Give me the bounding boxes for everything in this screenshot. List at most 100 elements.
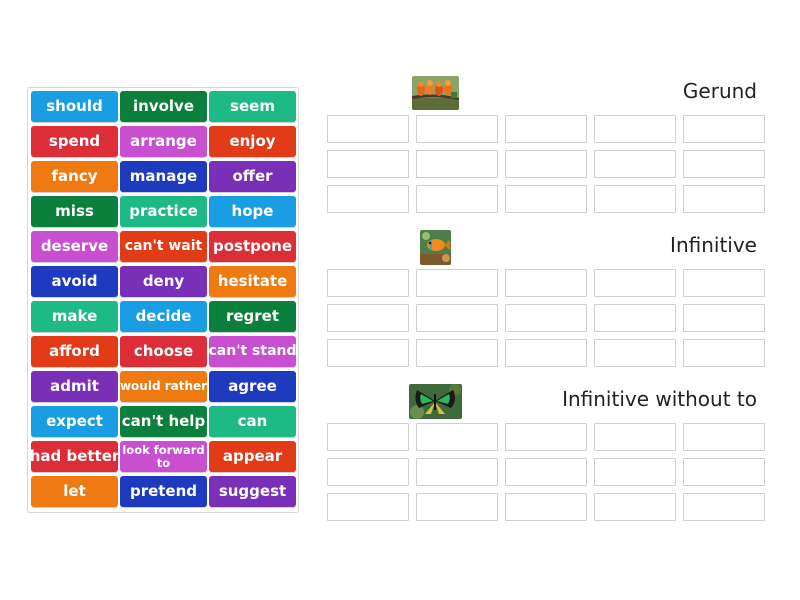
group-infinitive-without-to: Infinitive without to xyxy=(327,384,767,521)
word-tile-grid: should involve seem spend arrange enjoy fancy m… xyxy=(31,91,296,507)
group-title: Infinitive without to xyxy=(562,387,757,411)
word-tile[interactable]: fancy xyxy=(31,161,118,192)
drop-slot[interactable] xyxy=(594,304,676,332)
drop-slot[interactable] xyxy=(416,185,498,213)
drop-slot[interactable] xyxy=(683,185,765,213)
drop-slot[interactable] xyxy=(594,458,676,486)
word-tile[interactable]: had better xyxy=(31,441,118,472)
word-tile[interactable]: pretend xyxy=(120,476,207,507)
word-tile[interactable]: postpone xyxy=(209,231,296,262)
word-tile[interactable]: involve xyxy=(120,91,207,122)
drop-slot[interactable] xyxy=(505,458,587,486)
drop-slot[interactable] xyxy=(505,339,587,367)
word-tile[interactable]: spend xyxy=(31,126,118,157)
drop-slot[interactable] xyxy=(327,115,409,143)
drop-slot[interactable] xyxy=(683,304,765,332)
drop-slot[interactable] xyxy=(327,493,409,521)
word-tile[interactable]: decide xyxy=(120,301,207,332)
drop-slot[interactable] xyxy=(683,493,765,521)
birds-image xyxy=(412,76,459,110)
word-tile[interactable]: deny xyxy=(120,266,207,297)
drop-slot[interactable] xyxy=(416,339,498,367)
word-tile[interactable]: should xyxy=(31,91,118,122)
word-tile[interactable]: offer xyxy=(209,161,296,192)
sorting-activity: should involve seem spend arrange enjoy fancy m… xyxy=(0,0,800,600)
word-tile[interactable]: manage xyxy=(120,161,207,192)
word-tile[interactable]: let xyxy=(31,476,118,507)
drop-slot[interactable] xyxy=(594,493,676,521)
drop-slots xyxy=(327,115,765,213)
word-tile[interactable]: look forward to xyxy=(120,441,207,472)
drop-slot[interactable] xyxy=(416,493,498,521)
word-tile[interactable]: can't wait xyxy=(120,231,207,262)
drop-slot[interactable] xyxy=(594,115,676,143)
group-gerund: Gerund xyxy=(327,76,767,213)
word-tile[interactable]: hesitate xyxy=(209,266,296,297)
word-tile[interactable]: avoid xyxy=(31,266,118,297)
butterfly-thumbnail xyxy=(409,384,462,419)
birds-thumbnail xyxy=(412,76,459,110)
word-tile[interactable]: afford xyxy=(31,336,118,367)
drop-slot[interactable] xyxy=(505,150,587,178)
drop-slot[interactable] xyxy=(505,423,587,451)
drop-slot[interactable] xyxy=(505,304,587,332)
drop-slot[interactable] xyxy=(594,339,676,367)
drop-slot[interactable] xyxy=(505,269,587,297)
drop-slot[interactable] xyxy=(327,185,409,213)
word-tile[interactable]: enjoy xyxy=(209,126,296,157)
drop-slot[interactable] xyxy=(594,269,676,297)
drop-slot[interactable] xyxy=(683,423,765,451)
drop-slot[interactable] xyxy=(416,269,498,297)
word-tile[interactable]: hope xyxy=(209,196,296,227)
word-tile[interactable]: arrange xyxy=(120,126,207,157)
word-tile[interactable]: make xyxy=(31,301,118,332)
word-tile[interactable]: expect xyxy=(31,406,118,437)
drop-slot[interactable] xyxy=(327,423,409,451)
drop-slot[interactable] xyxy=(505,115,587,143)
group-infinitive: Infinitive xyxy=(327,230,767,367)
group-header: Infinitive without to xyxy=(327,384,767,420)
drop-slot[interactable] xyxy=(594,150,676,178)
drop-slot[interactable] xyxy=(416,304,498,332)
word-tile[interactable]: seem xyxy=(209,91,296,122)
drop-slot[interactable] xyxy=(416,115,498,143)
drop-slot[interactable] xyxy=(594,185,676,213)
word-tile[interactable]: admit xyxy=(31,371,118,402)
drop-slots xyxy=(327,269,765,367)
drop-slot[interactable] xyxy=(505,185,587,213)
drop-slot[interactable] xyxy=(683,339,765,367)
word-tile[interactable]: can't stand xyxy=(209,336,296,367)
word-tile[interactable]: agree xyxy=(209,371,296,402)
word-tile[interactable]: can xyxy=(209,406,296,437)
word-tile[interactable]: would rather xyxy=(120,371,207,402)
drop-slot[interactable] xyxy=(327,458,409,486)
drop-slot[interactable] xyxy=(416,458,498,486)
drop-slot[interactable] xyxy=(505,493,587,521)
word-tile[interactable]: practice xyxy=(120,196,207,227)
fish-image xyxy=(420,230,451,265)
drop-slot[interactable] xyxy=(594,423,676,451)
fish-thumbnail xyxy=(420,230,451,265)
word-tile[interactable]: deserve xyxy=(31,231,118,262)
drop-slot[interactable] xyxy=(416,423,498,451)
drop-slot[interactable] xyxy=(683,458,765,486)
drop-slot[interactable] xyxy=(683,115,765,143)
drop-slot[interactable] xyxy=(327,304,409,332)
word-tile[interactable]: regret xyxy=(209,301,296,332)
group-title: Gerund xyxy=(682,79,757,103)
word-tile[interactable]: appear xyxy=(209,441,296,472)
drop-slot[interactable] xyxy=(327,269,409,297)
word-tile[interactable]: can't help xyxy=(120,406,207,437)
drop-slot[interactable] xyxy=(683,150,765,178)
drop-slot[interactable] xyxy=(683,269,765,297)
drop-slots xyxy=(327,423,765,521)
drop-slot[interactable] xyxy=(327,339,409,367)
word-tile[interactable]: suggest xyxy=(209,476,296,507)
word-tile[interactable]: choose xyxy=(120,336,207,367)
word-tile[interactable]: miss xyxy=(31,196,118,227)
group-title: Infinitive xyxy=(670,233,757,257)
drop-slot[interactable] xyxy=(416,150,498,178)
group-header: Infinitive xyxy=(327,230,767,266)
word-bank: should involve seem spend arrange enjoy fancy m… xyxy=(27,87,299,513)
drop-slot[interactable] xyxy=(327,150,409,178)
